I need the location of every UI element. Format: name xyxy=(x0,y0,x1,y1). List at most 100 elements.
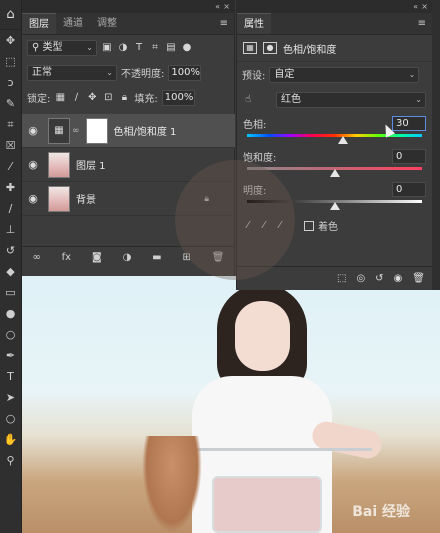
chevron-down-icon: ⌄ xyxy=(408,69,416,79)
layer-thumbnail xyxy=(48,151,70,178)
canvas-image[interactable] xyxy=(22,276,440,533)
bicycle-basket xyxy=(212,476,322,533)
visibility-eye-icon[interactable]: ◉ xyxy=(22,124,44,137)
layer-mask-thumbnail[interactable] xyxy=(85,117,108,144)
link-chain-icon[interactable]: ∞ xyxy=(72,126,80,136)
chevron-down-icon: ⌄ xyxy=(86,42,93,52)
lock-artboard-icon[interactable]: ⊡ xyxy=(102,92,114,103)
adjustment-filter-icon[interactable]: ◑ xyxy=(117,42,129,53)
home-icon[interactable]: ⌂ xyxy=(0,0,21,30)
hue-slider[interactable] xyxy=(247,134,422,144)
type-tool-icon[interactable]: T xyxy=(0,366,21,387)
tab-adjustments[interactable]: 调整 xyxy=(90,13,124,34)
pixel-filter-icon[interactable]: ▣ xyxy=(101,42,113,53)
shape-tool-icon[interactable]: ○ xyxy=(0,408,21,429)
zoom-tool-icon[interactable]: ⚲ xyxy=(0,450,21,471)
saturation-input[interactable]: 0 xyxy=(392,148,426,164)
mask-icon[interactable]: ● xyxy=(263,42,277,54)
move-tool-icon[interactable]: ✥ xyxy=(0,30,21,51)
eyedropper-plus-icon[interactable]: ⁄ xyxy=(258,220,270,231)
dodge-tool-icon[interactable]: ○ xyxy=(0,324,21,345)
toggle-visibility-icon[interactable]: ◉ xyxy=(394,273,403,284)
lock-image-icon[interactable]: ∕ xyxy=(70,92,82,103)
gradient-tool-icon[interactable]: ▭ xyxy=(0,282,21,303)
watermark: Bai 经验 xyxy=(352,504,410,520)
spot-heal-tool-icon[interactable]: ✚ xyxy=(0,177,21,198)
visibility-eye-icon[interactable]: ◉ xyxy=(22,158,44,171)
panel-menu-icon[interactable]: ≡ xyxy=(412,13,432,34)
eyedropper-icon[interactable]: ⁄ xyxy=(242,220,254,231)
reset-icon[interactable]: ↺ xyxy=(375,273,383,284)
photoshop-window: ⌂ ✥ ⬚ ↄ ✎ ⌗ ☒ ⁄ ✚ ∕ ⊥ ↺ ◆ ▭ ● ○ ✒ T ➤ ○ … xyxy=(0,0,440,533)
layer-name: 色相/饱和度 1 xyxy=(113,127,177,138)
panel-topbar: « × xyxy=(22,0,234,13)
collapse-icon[interactable]: « xyxy=(413,0,418,13)
collapse-icon[interactable]: « xyxy=(215,0,220,13)
saturation-row: 饱和度: 0 xyxy=(237,145,432,167)
layer-row-background[interactable]: ◉ 背景 🔒︎ xyxy=(22,182,235,216)
lock-transparent-icon[interactable]: ▦ xyxy=(54,92,66,103)
hue-slider-thumb[interactable] xyxy=(338,136,349,144)
properties-footer: ⬚ ◎ ↺ ◉ 🗑︎ xyxy=(237,266,433,290)
new-layer-icon[interactable]: ⊞ xyxy=(183,252,191,263)
hand-tool-icon[interactable]: ✋ xyxy=(0,429,21,450)
add-mask-icon[interactable]: ◙ xyxy=(92,252,102,263)
saturation-slider[interactable] xyxy=(247,167,422,177)
right-panel-strip xyxy=(432,0,440,290)
preset-select[interactable]: 自定 ⌄ xyxy=(269,66,420,83)
pen-tool-icon[interactable]: ✒ xyxy=(0,345,21,366)
tab-properties[interactable]: 属性 xyxy=(237,13,271,34)
tab-channels[interactable]: 通道 xyxy=(56,13,90,34)
close-icon[interactable]: × xyxy=(421,0,428,13)
path-select-tool-icon[interactable]: ➤ xyxy=(0,387,21,408)
blur-tool-icon[interactable]: ● xyxy=(0,303,21,324)
delete-layer-icon[interactable]: 🗑︎ xyxy=(212,252,225,263)
clip-to-layer-icon[interactable]: ⬚ xyxy=(337,273,346,284)
lightness-label: 明度: xyxy=(243,185,267,197)
fill-input[interactable]: 100% xyxy=(161,89,195,106)
crop-tool-icon[interactable]: ⌗ xyxy=(0,114,21,135)
filter-toggle-icon[interactable]: ● xyxy=(181,42,193,53)
eraser-tool-icon[interactable]: ◆ xyxy=(0,261,21,282)
saturation-slider-thumb[interactable] xyxy=(329,169,340,177)
shape-filter-icon[interactable]: ⌗ xyxy=(149,42,161,53)
hue-input[interactable]: 30 xyxy=(392,115,426,131)
delete-icon[interactable]: 🗑︎ xyxy=(412,273,425,284)
new-adjustment-icon[interactable]: ◑ xyxy=(123,252,132,263)
layer-style-icon[interactable]: fx xyxy=(62,252,71,263)
frame-tool-icon[interactable]: ☒ xyxy=(0,135,21,156)
eyedropper-minus-icon[interactable]: ⁄ xyxy=(274,220,286,231)
channel-select[interactable]: 红色 ⌄ xyxy=(276,91,426,108)
new-group-icon[interactable]: ▬ xyxy=(152,252,161,263)
lasso-tool-icon[interactable]: ↄ xyxy=(0,72,21,93)
quick-select-tool-icon[interactable]: ✎ xyxy=(0,93,21,114)
link-layers-icon[interactable]: ∞ xyxy=(32,252,40,263)
targeted-adjust-hand-icon[interactable]: ☝ xyxy=(242,94,254,105)
smartobject-filter-icon[interactable]: ▤ xyxy=(165,42,177,53)
layer-name: 背景 xyxy=(76,195,96,206)
type-filter-icon[interactable]: T xyxy=(133,42,145,53)
lightness-input[interactable]: 0 xyxy=(392,181,426,197)
tab-layers[interactable]: 图层 xyxy=(22,13,56,34)
view-previous-icon[interactable]: ◎ xyxy=(356,273,365,284)
lightness-row: 明度: 0 xyxy=(237,178,432,200)
colorize-checkbox[interactable] xyxy=(304,220,314,231)
lock-position-icon[interactable]: ✥ xyxy=(86,92,98,103)
eyedropper-tool-icon[interactable]: ⁄ xyxy=(0,156,21,177)
opacity-input[interactable]: 100% xyxy=(168,64,202,81)
visibility-eye-icon[interactable]: ◉ xyxy=(22,192,44,205)
clone-stamp-tool-icon[interactable]: ⊥ xyxy=(0,219,21,240)
panel-menu-icon[interactable]: ≡ xyxy=(214,13,234,34)
marquee-tool-icon[interactable]: ⬚ xyxy=(0,51,21,72)
blend-mode-select[interactable]: 正常 ⌄ xyxy=(27,64,117,81)
close-icon[interactable]: × xyxy=(223,0,230,13)
filter-kind-select[interactable]: ⚲ 类型 ⌄ xyxy=(27,39,97,56)
brush-tool-icon[interactable]: ∕ xyxy=(0,198,21,219)
lightness-slider-thumb[interactable] xyxy=(329,202,340,210)
layer-row-layer1[interactable]: ◉ 图层 1 xyxy=(22,148,235,182)
lightness-slider[interactable] xyxy=(247,200,422,210)
history-brush-tool-icon[interactable]: ↺ xyxy=(0,240,21,261)
blend-row: 正常 ⌄ 不透明度: 100% xyxy=(22,60,234,85)
layer-row-hue-saturation[interactable]: ◉ ▦ ∞ 色相/饱和度 1 xyxy=(22,114,235,148)
lock-all-icon[interactable]: 🔒︎ xyxy=(118,92,130,103)
